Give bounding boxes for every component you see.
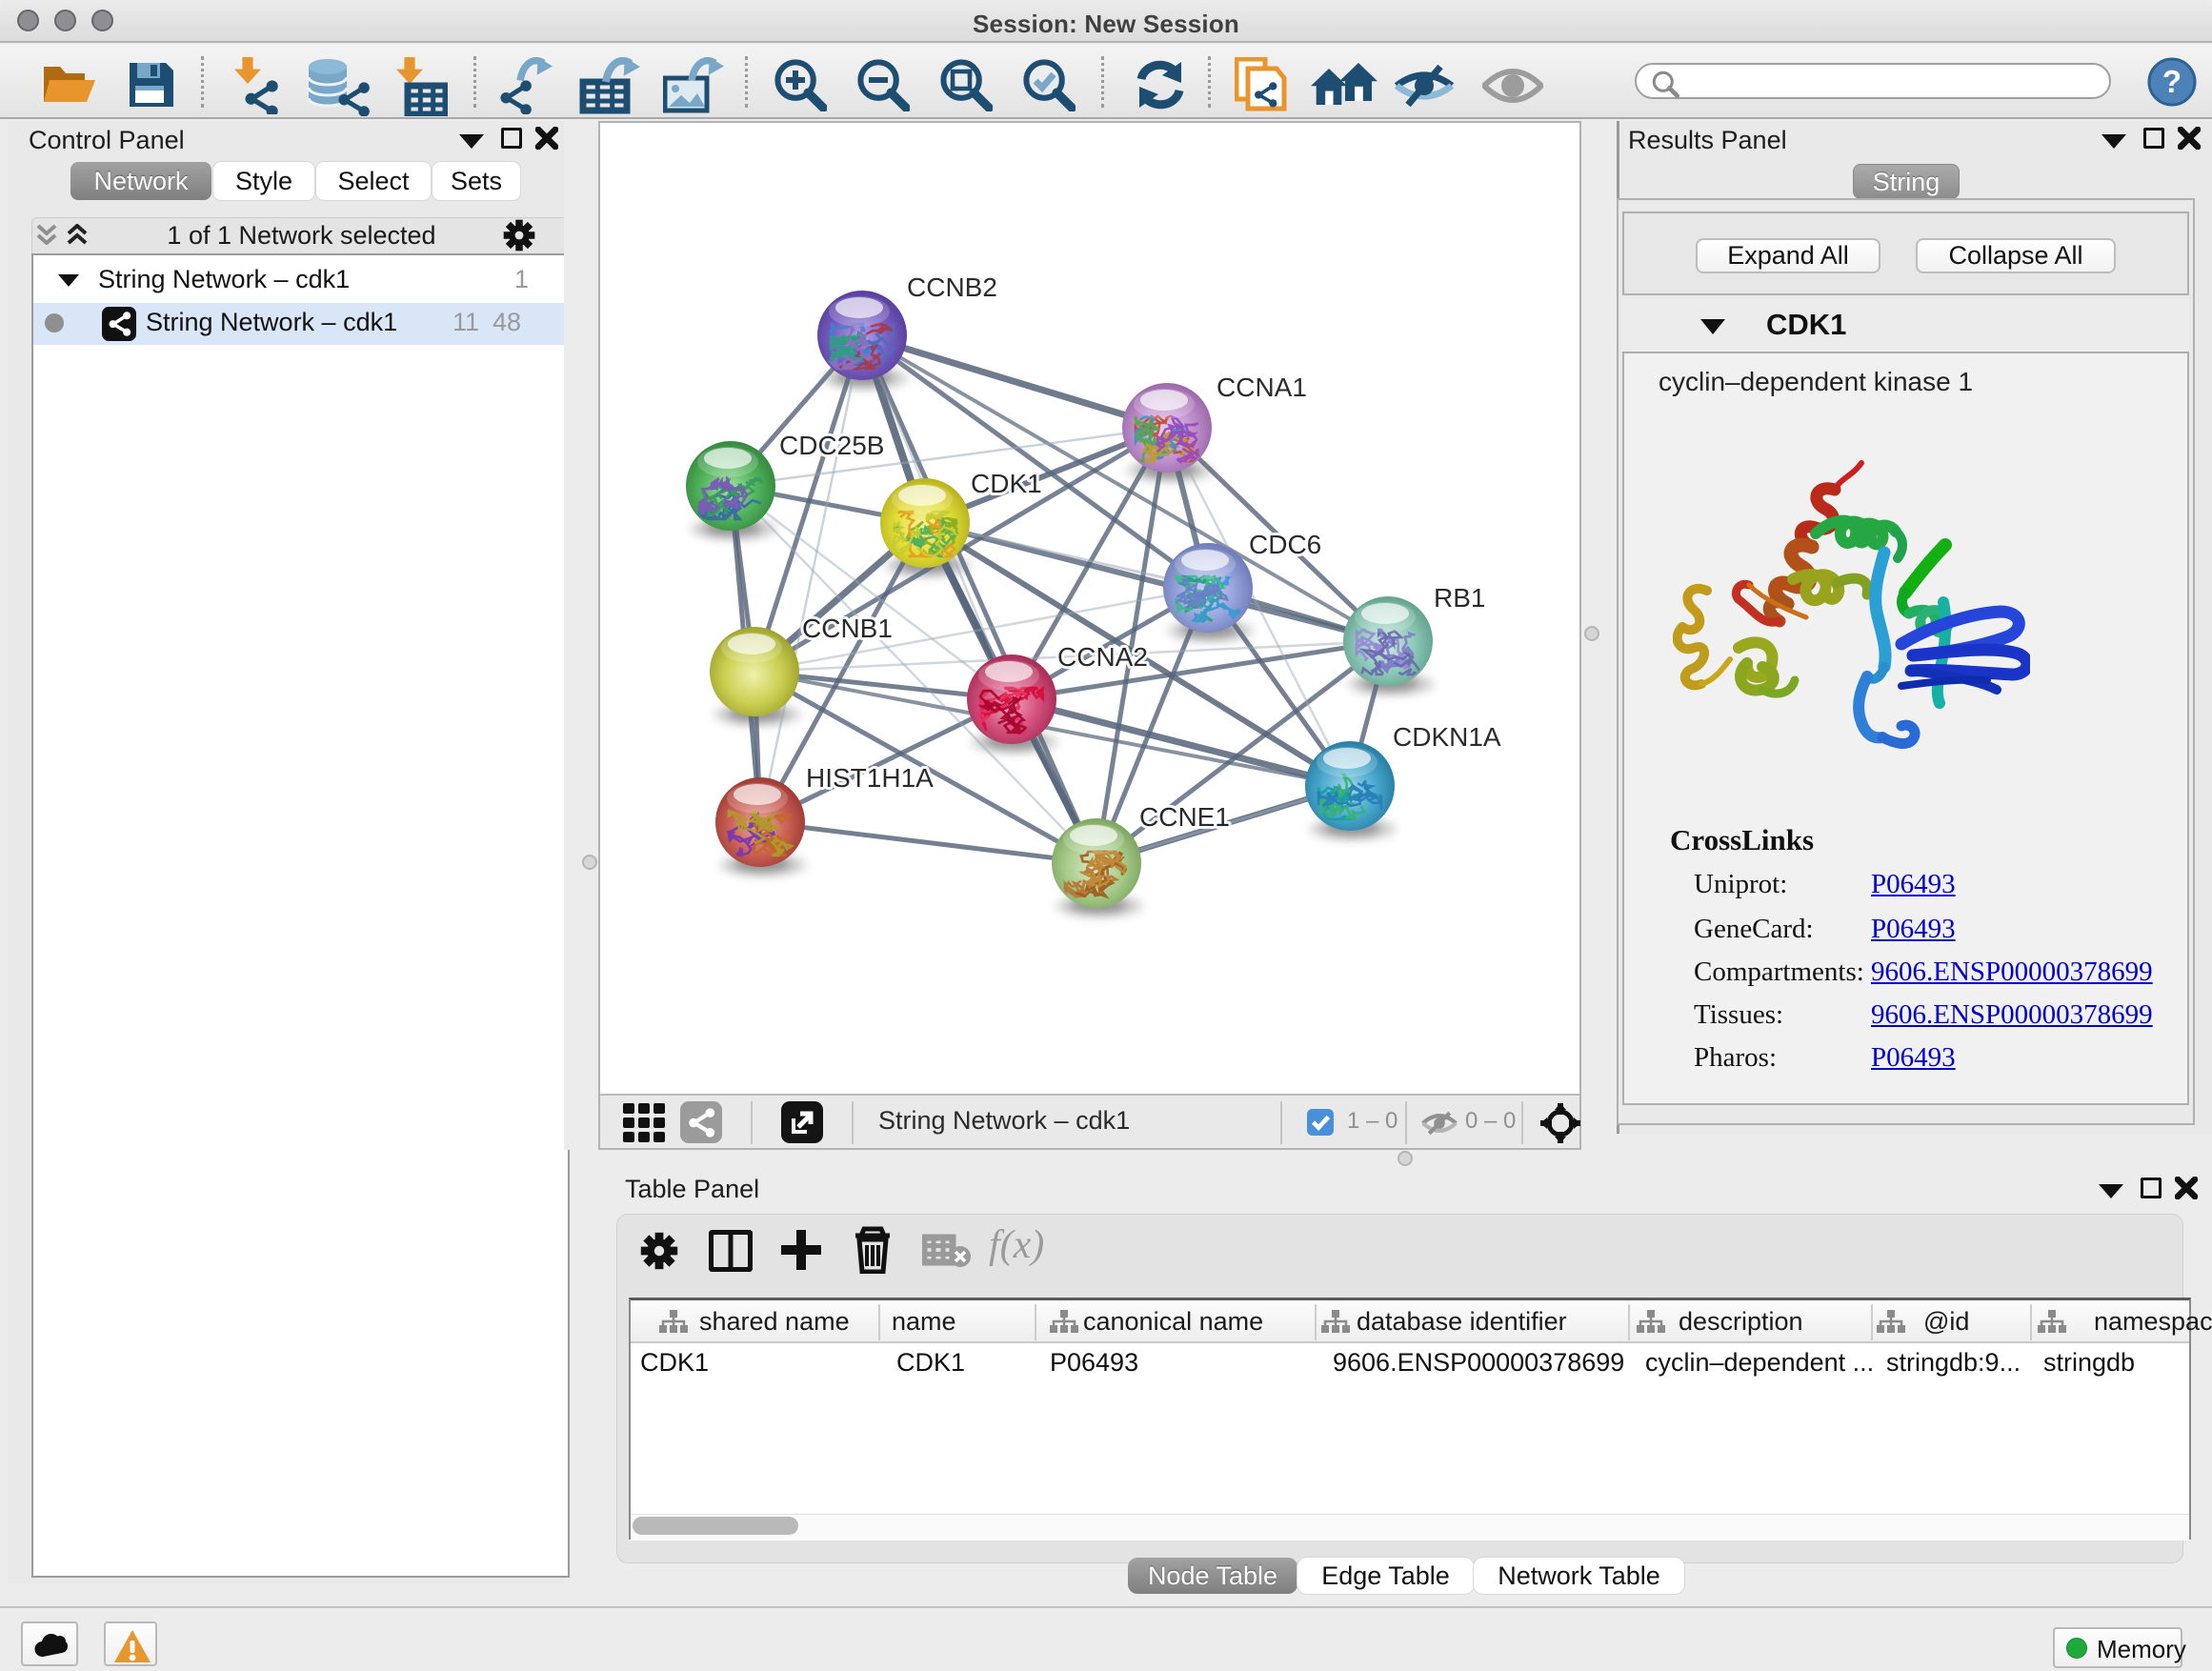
svg-text:RB1: RB1 (1434, 583, 1485, 613)
svg-text:?: ? (2162, 64, 2182, 99)
svg-text:CDKN1A: CDKN1A (1393, 722, 1501, 752)
svg-text:HIST1H1A: HIST1H1A (806, 763, 934, 793)
svg-text:CCNA1: CCNA1 (1217, 372, 1307, 402)
svg-text:CDC25B: CDC25B (779, 431, 884, 460)
svg-text:CCNB1: CCNB1 (802, 614, 893, 643)
svg-text:CCNA2: CCNA2 (1057, 642, 1148, 672)
svg-text:CDK1: CDK1 (971, 469, 1042, 498)
svg-text:CDC6: CDC6 (1249, 530, 1321, 559)
svg-text:CCNB2: CCNB2 (907, 272, 997, 302)
svg-text:CCNE1: CCNE1 (1139, 802, 1230, 832)
